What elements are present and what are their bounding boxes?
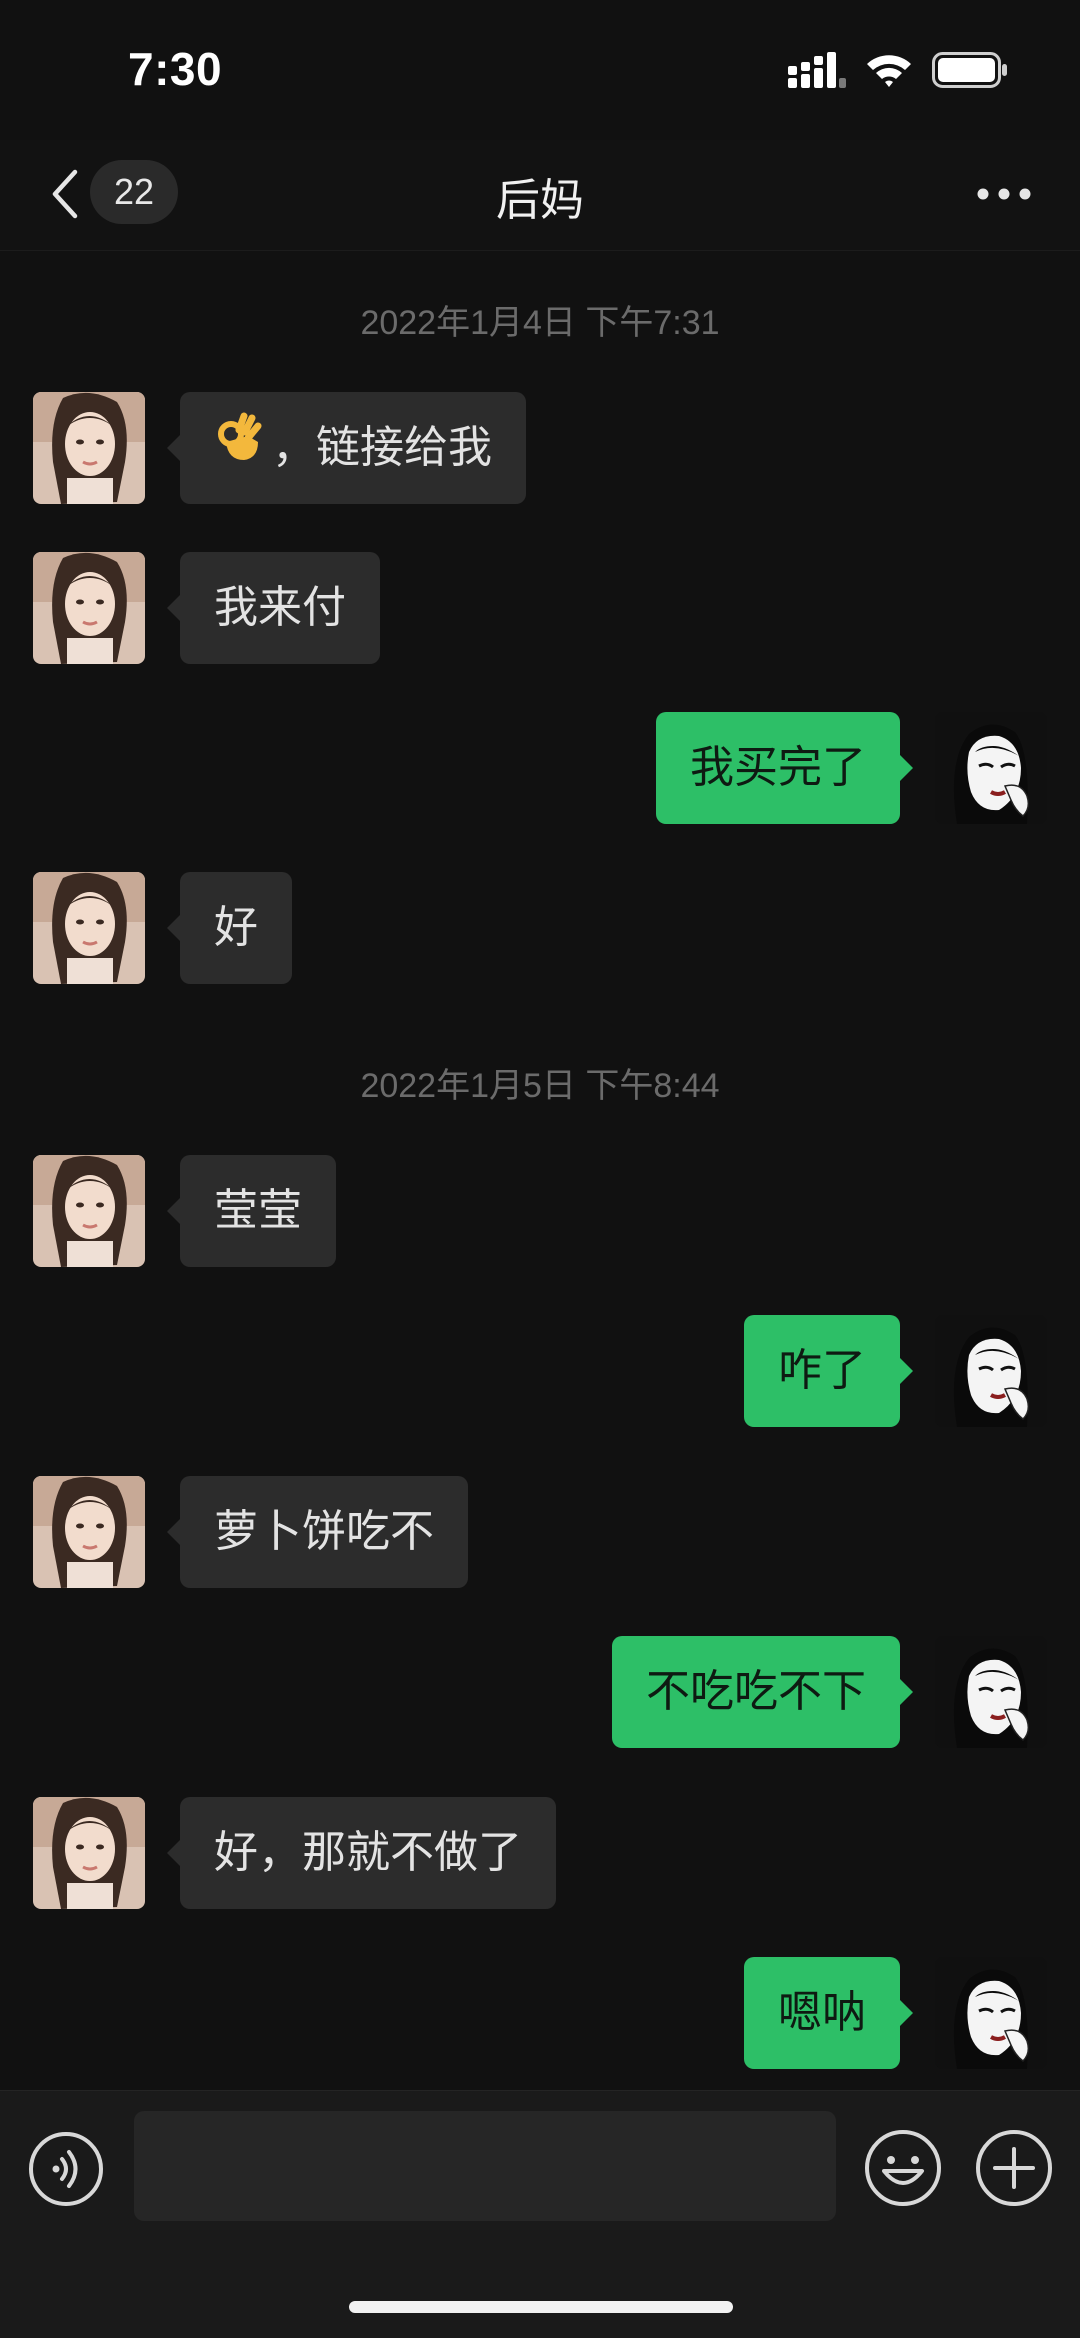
plus-icon[interactable]: [975, 2129, 1053, 2207]
message-bubble[interactable]: ，链接给我: [167, 392, 526, 506]
message-bubble[interactable]: 咋了: [744, 1315, 913, 1427]
timestamp: 2022年1月5日 下午8:44: [360, 1067, 720, 1105]
message-bubble[interactable]: 我来付: [167, 552, 380, 664]
contact-avatar[interactable]: [33, 872, 145, 984]
message-text: ，链接给我: [272, 422, 492, 473]
chat-message-list[interactable]: 2022年1月4日 下午7:31 ，链接给我 我来付 我买完了 好 2022年1…: [0, 250, 1080, 2090]
message-bubble[interactable]: 莹莹: [167, 1155, 336, 1267]
message-row: 咋了: [0, 1315, 1080, 1427]
status-bar: 7:30: [0, 0, 1080, 140]
more-options-icon[interactable]: [968, 164, 1040, 224]
contact-avatar[interactable]: [33, 552, 145, 664]
contact-avatar[interactable]: [33, 1797, 145, 1909]
my-avatar[interactable]: [935, 1315, 1047, 1427]
message-row: 我来付: [0, 552, 1080, 664]
message-row: 好，那就不做了: [0, 1797, 1080, 1909]
message-row: 莹莹: [0, 1155, 1080, 1267]
message-input[interactable]: [134, 2111, 836, 2221]
my-avatar[interactable]: [935, 712, 1047, 824]
status-time: 7:30: [128, 43, 223, 95]
message-bubble[interactable]: 我买完了: [656, 712, 913, 824]
message-bubble[interactable]: 好，那就不做了: [167, 1797, 556, 1909]
message-bubble[interactable]: 嗯呐: [744, 1957, 913, 2069]
home-indicator: [349, 2301, 733, 2313]
message-row: 我买完了: [0, 712, 1080, 824]
emoji-icon[interactable]: [864, 2129, 942, 2207]
chat-title: 后妈: [496, 175, 584, 226]
message-row: 萝卜饼吃不: [0, 1476, 1080, 1588]
wifi-icon: [864, 52, 914, 92]
message-row: 不吃吃不下: [0, 1636, 1080, 1748]
my-avatar[interactable]: [935, 1636, 1047, 1748]
message-bubble[interactable]: 萝卜饼吃不: [167, 1476, 468, 1588]
status-icons: [788, 52, 1008, 92]
message-row: 嗯呐: [0, 1957, 1080, 2069]
message-bubble[interactable]: 好: [167, 872, 292, 984]
message-bubble[interactable]: 不吃吃不下: [612, 1636, 913, 1748]
my-avatar[interactable]: [935, 1957, 1047, 2069]
contact-avatar[interactable]: [33, 1476, 145, 1588]
contact-avatar[interactable]: [33, 392, 145, 504]
input-bar: [0, 2090, 1080, 2338]
battery-icon: [932, 52, 1008, 92]
ok-hand-icon: [214, 394, 266, 506]
voice-icon[interactable]: [28, 2131, 104, 2207]
nav-bar: 22 后妈: [0, 140, 1080, 251]
message-row: 好: [0, 872, 1080, 984]
contact-avatar[interactable]: [33, 1155, 145, 1267]
message-row: ，链接给我: [0, 392, 1080, 504]
timestamp: 2022年1月4日 下午7:31: [360, 304, 720, 342]
cellular-signal-icon: [788, 52, 846, 92]
